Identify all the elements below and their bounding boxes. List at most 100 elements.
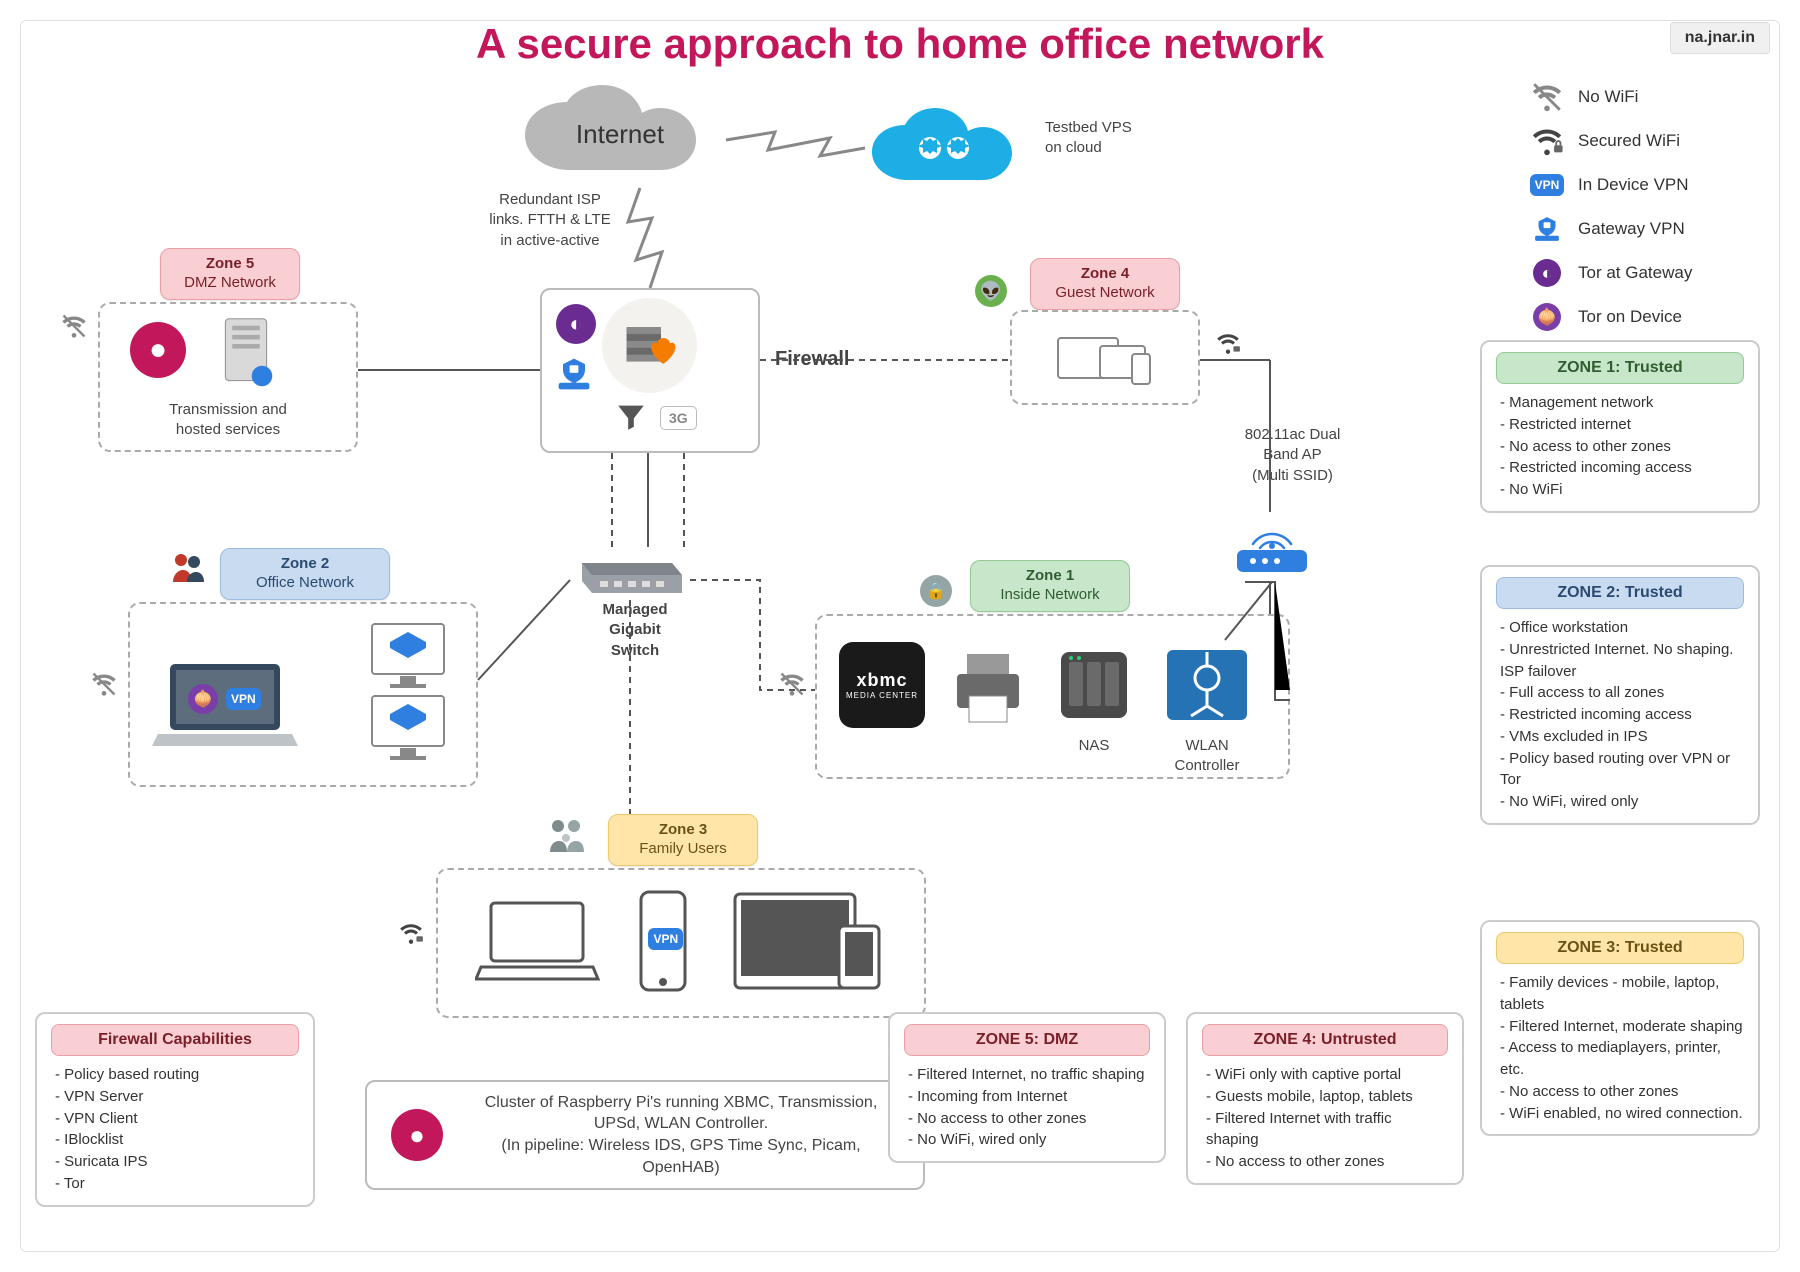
zone5-name: DMZ Network — [184, 274, 276, 291]
legend-in-vpn: In Device VPN — [1578, 175, 1689, 195]
zone4-label: Zone 4 Guest Network — [1030, 258, 1180, 310]
zone5-tag: Zone 5 — [206, 255, 254, 272]
zone3-wifi-icon — [398, 920, 424, 951]
list-item: VMs excluded in IPS — [1500, 726, 1744, 748]
cluster-note: Cluster of Raspberry Pi's running XBMC, … — [463, 1092, 899, 1178]
card-zone3: ZONE 3: Trusted Family devices - mobile,… — [1480, 920, 1760, 1136]
list-item: WiFi enabled, no wired connection. — [1500, 1103, 1744, 1125]
zone2-tag: Zone 2 — [281, 555, 329, 572]
zone4-wifi-icon — [1215, 330, 1241, 361]
legend: No WiFi Secured WiFi VPNIn Device VPN Ga… — [1530, 70, 1760, 344]
list-item: Policy based routing over VPN or Tor — [1500, 748, 1744, 792]
card-zone5: ZONE 5: DMZ Filtered Internet, no traffi… — [888, 1012, 1166, 1163]
zone2-box: 🧅 VPN — [128, 602, 478, 787]
card-zone1-list: Management networkRestricted internetNo … — [1496, 392, 1744, 501]
nas-icon — [1049, 640, 1139, 735]
vps-cloud — [860, 100, 1030, 205]
zone1-label: Zone 1 Inside Network — [970, 560, 1130, 612]
laptop-mini-icon — [475, 895, 600, 992]
filter-icon — [614, 400, 648, 439]
alien-icon: 👽 — [975, 275, 1007, 307]
ap-icon — [1225, 512, 1320, 587]
list-item: Restricted incoming access — [1500, 704, 1744, 726]
legend-secured-wifi: Secured WiFi — [1578, 131, 1680, 151]
laptop-icon: 🧅 VPN — [150, 654, 300, 759]
tor-gateway-icon: ◐ — [1530, 256, 1564, 290]
list-item: Restricted incoming access — [1500, 457, 1744, 479]
list-item: VPN Client — [55, 1108, 299, 1130]
devices-icon — [1050, 328, 1160, 388]
legend-tor-dev: Tor on Device — [1578, 307, 1682, 327]
zone4-box — [1010, 310, 1200, 405]
zone5-label: Zone 5 DMZ Network — [160, 248, 300, 300]
zone5-box: ● Transmission and hosted services — [98, 302, 358, 452]
vm-icon-1 — [364, 618, 452, 699]
list-item: WiFi only with captive portal — [1206, 1064, 1448, 1086]
vpn-mini-label: VPN — [648, 928, 683, 950]
card-zone4: ZONE 4: Untrusted WiFi only with captive… — [1186, 1012, 1464, 1185]
secured-wifi-icon — [1530, 124, 1564, 158]
card-zone1: ZONE 1: Trusted Management networkRestri… — [1480, 340, 1760, 513]
nas-label: NAS — [1049, 736, 1139, 756]
zone3-label: Zone 3 Family Users — [608, 814, 758, 866]
internet-cloud: Internet — [510, 85, 730, 200]
card-zone3-list: Family devices - mobile, laptop, tablets… — [1496, 972, 1744, 1124]
shield-user-icon: 🔒 — [920, 575, 952, 607]
people-icon — [168, 548, 208, 593]
zone3-tag: Zone 3 — [659, 821, 707, 838]
xbmc-icon: xbmcMEDIA CENTER — [839, 642, 925, 728]
list-item: Restricted internet — [1500, 414, 1744, 436]
legend-gw-vpn: Gateway VPN — [1578, 219, 1685, 239]
list-item: Office workstation — [1500, 617, 1744, 639]
card-zone4-title: ZONE 4: Untrusted — [1202, 1024, 1448, 1056]
gateway-vpn-icon — [1530, 212, 1564, 246]
hosted-label: Transmission and hosted services — [100, 400, 356, 441]
list-item: Unrestricted Internet. No shaping. ISP f… — [1500, 639, 1744, 683]
watermark: na.jnar.in — [1670, 22, 1770, 54]
card-zone2-title: ZONE 2: Trusted — [1496, 577, 1744, 609]
list-item: Family devices - mobile, laptop, tablets — [1500, 972, 1744, 1016]
zone2-nowifi-icon — [90, 670, 118, 703]
phone-icon: VPN — [633, 886, 693, 1001]
list-item: VPN Server — [55, 1086, 299, 1108]
zone1-nowifi-icon — [778, 670, 806, 703]
zone3-name: Family Users — [639, 840, 727, 857]
list-item: IBlocklist — [55, 1129, 299, 1151]
firewall-box: ◐ 3G — [540, 288, 760, 453]
list-item: Filtered Internet, moderate shaping — [1500, 1016, 1744, 1038]
card-firewall-title: Firewall Capabilities — [51, 1024, 299, 1056]
raspberry-pi-icon-2: ● — [391, 1109, 443, 1161]
zone4-name: Guest Network — [1055, 284, 1154, 301]
list-item: Access to mediaplayers, printer, etc. — [1500, 1037, 1744, 1081]
threeg-label: 3G — [660, 406, 697, 430]
zone3-box: VPN — [436, 868, 926, 1018]
zone2-name: Office Network — [256, 574, 354, 591]
list-item: Management network — [1500, 392, 1744, 414]
zone4-tag: Zone 4 — [1081, 265, 1129, 282]
list-item: Incoming from Internet — [908, 1086, 1150, 1108]
tablet-icon — [727, 886, 887, 1001]
vps-note: Testbed VPS on cloud — [1045, 118, 1185, 159]
list-item: Filtered Internet with traffic shaping — [1206, 1108, 1448, 1152]
internet-label: Internet — [510, 119, 730, 150]
list-item: No WiFi, wired only — [1500, 791, 1744, 813]
list-item: Tor — [55, 1173, 299, 1195]
zone1-box: xbmcMEDIA CENTER NAS WLAN Controller — [815, 614, 1290, 779]
tor-icon: ◐ — [556, 304, 596, 344]
card-zone5-list: Filtered Internet, no traffic shapingInc… — [904, 1064, 1150, 1151]
server-icon — [210, 312, 282, 397]
list-item: No acess to other zones — [1500, 436, 1744, 458]
list-item: Policy based routing — [55, 1064, 299, 1086]
list-item: No access to other zones — [1500, 1081, 1744, 1103]
wlan-controller-icon — [1157, 640, 1257, 737]
card-firewall: Firewall Capabilities Policy based routi… — [35, 1012, 315, 1207]
card-zone4-list: WiFi only with captive portalGuests mobi… — [1202, 1064, 1448, 1173]
firewall-circle — [602, 298, 697, 393]
page-title: A secure approach to home office network — [0, 20, 1800, 68]
card-zone2: ZONE 2: Trusted Office workstationUnrest… — [1480, 565, 1760, 825]
cluster-box: ● Cluster of Raspberry Pi's running XBMC… — [365, 1080, 925, 1190]
list-item: No WiFi, wired only — [908, 1129, 1150, 1151]
zone2-label: Zone 2 Office Network — [220, 548, 390, 600]
wlan-label: WLAN Controller — [1157, 736, 1257, 777]
tor-device-icon: 🧅 — [1530, 300, 1564, 334]
